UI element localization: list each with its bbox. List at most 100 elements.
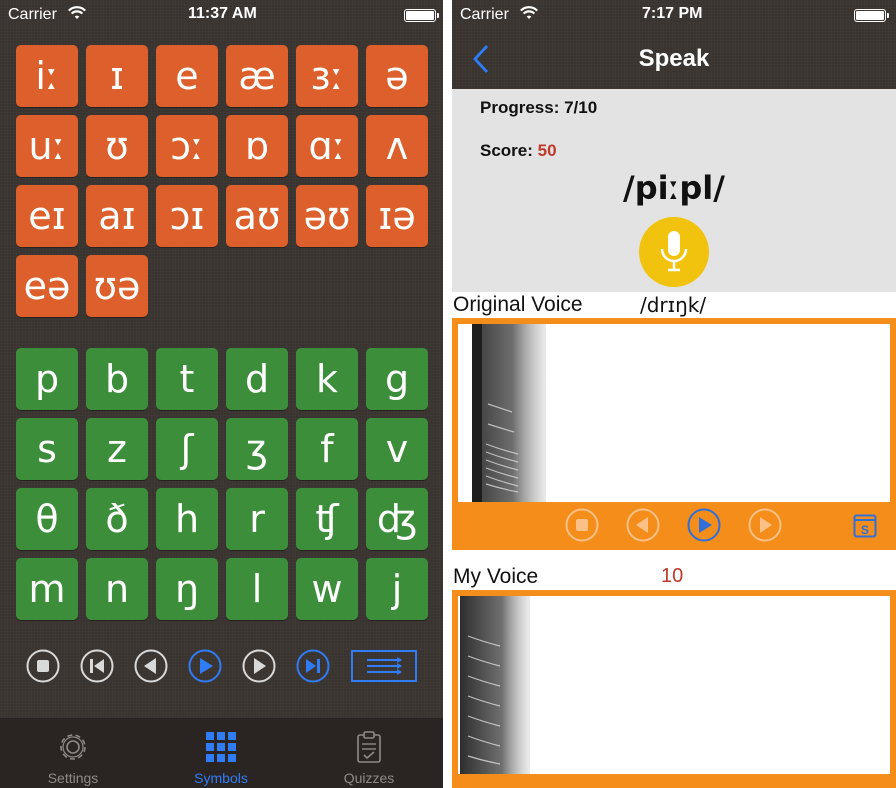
consonant-symbol-button[interactable]: ð (86, 488, 148, 550)
consonant-symbol-button[interactable]: h (156, 488, 218, 550)
save-icon: S (853, 514, 877, 538)
vowel-symbol-button[interactable]: aɪ (86, 185, 148, 247)
spectrogram-image (460, 596, 530, 774)
gear-icon (56, 730, 90, 764)
consonant-symbol-button[interactable]: f (296, 418, 358, 480)
consonant-symbol-button[interactable]: l (226, 558, 288, 620)
exercise-panel: Progress: 7/10 Score: 50 /piːpl/ (452, 89, 896, 292)
consonant-symbol-button[interactable]: ʧ (296, 488, 358, 550)
vowel-symbol-button[interactable]: ɪə (366, 185, 428, 247)
play-icon (188, 649, 222, 683)
record-button[interactable] (639, 217, 709, 287)
original-previous-button[interactable] (626, 508, 660, 542)
consonant-symbol-button[interactable]: ʤ (366, 488, 428, 550)
consonant-symbol-button[interactable]: b (86, 348, 148, 410)
my-voice-score: 10 (661, 565, 684, 587)
consonant-symbol-button[interactable]: j (366, 558, 428, 620)
vowel-symbol-button[interactable]: ɔɪ (156, 185, 218, 247)
my-voice-label: My Voice (453, 565, 539, 588)
consonant-symbol-button[interactable]: ʒ (226, 418, 288, 480)
original-voice-panel: S (452, 318, 896, 550)
microphone-icon (660, 231, 688, 272)
vowel-symbol-button[interactable]: uː (16, 115, 78, 177)
previous-icon (134, 649, 168, 683)
status-bar: Carrier 7:17 PM (452, 0, 896, 28)
svg-text:S: S (861, 523, 869, 537)
vowel-symbol-button[interactable]: e (156, 45, 218, 107)
vowel-symbol-button[interactable]: ɔː (156, 115, 218, 177)
original-spectrogram (458, 324, 890, 502)
original-stop-button[interactable] (565, 508, 599, 542)
vowel-symbol-button[interactable]: ɪ (86, 45, 148, 107)
vowel-symbol-button[interactable]: iː (16, 45, 78, 107)
previous-icon (626, 508, 660, 542)
vowel-symbol-button[interactable]: ɜː (296, 45, 358, 107)
my-spectrogram (458, 596, 890, 774)
consonant-symbol-button[interactable]: t (156, 348, 218, 410)
vowel-symbol-button[interactable]: eɪ (16, 185, 78, 247)
score-text: Score: 50 (480, 141, 557, 161)
wifi-icon (67, 6, 87, 26)
target-word: /piːpl/ (623, 169, 725, 207)
consonant-symbol-button[interactable]: m (16, 558, 78, 620)
previous-button[interactable] (134, 649, 168, 683)
consonant-symbol-button[interactable]: ŋ (156, 558, 218, 620)
consonant-symbol-button[interactable]: n (86, 558, 148, 620)
list-icon (367, 657, 402, 675)
consonant-symbol-button[interactable]: w (296, 558, 358, 620)
skip-forward-button[interactable] (296, 649, 330, 683)
consonant-symbol-button[interactable]: v (366, 418, 428, 480)
spectrogram-image (472, 324, 546, 502)
stop-icon (26, 649, 60, 683)
consonant-symbol-button[interactable]: θ (16, 488, 78, 550)
grid-icon (204, 730, 238, 764)
tab-label: Quizzes (343, 770, 395, 786)
list-button[interactable] (351, 650, 417, 682)
vowel-symbol-button[interactable]: əʊ (296, 185, 358, 247)
play-button[interactable] (188, 649, 222, 683)
carrier-label: Carrier (8, 6, 57, 23)
status-bar: Carrier 11:37 AM (0, 0, 443, 28)
skip-back-icon (80, 649, 114, 683)
next-icon (748, 508, 782, 542)
vowel-symbol-button[interactable]: ʌ (366, 115, 428, 177)
stop-button[interactable] (26, 649, 60, 683)
vowel-symbol-button[interactable]: ə (366, 45, 428, 107)
clock: 7:17 PM (642, 5, 703, 22)
tab-bar: Settings Symbols Quizzes (0, 718, 443, 788)
tab-settings[interactable]: Settings (18, 718, 128, 788)
vowel-symbol-button[interactable]: ʊ (86, 115, 148, 177)
tab-label: Symbols (194, 770, 248, 786)
vowel-symbol-button[interactable]: æ (226, 45, 288, 107)
consonant-symbol-button[interactable]: z (86, 418, 148, 480)
tab-symbols[interactable]: Symbols (166, 718, 276, 788)
skip-forward-icon (296, 649, 330, 683)
battery-icon (854, 9, 889, 22)
original-save-button[interactable]: S (853, 514, 877, 538)
vowel-symbol-button[interactable]: eə (16, 255, 78, 317)
speak-screen: Carrier 7:17 PM Speak Progress: 7/10 Sco… (452, 0, 896, 788)
battery-icon (404, 9, 439, 22)
vowel-symbol-button[interactable]: ʊə (86, 255, 148, 317)
vowel-symbol-button[interactable]: aʊ (226, 185, 288, 247)
my-voice-panel (452, 590, 896, 788)
next-button[interactable] (242, 649, 276, 683)
progress-text: Progress: 7/10 (480, 98, 598, 117)
original-next-button[interactable] (748, 508, 782, 542)
consonant-symbol-button[interactable]: s (16, 418, 78, 480)
tab-quizzes[interactable]: Quizzes (314, 718, 424, 788)
skip-back-button[interactable] (80, 649, 114, 683)
vowel-symbol-button[interactable]: ɒ (226, 115, 288, 177)
tab-label: Settings (47, 770, 99, 786)
original-play-button[interactable] (687, 508, 721, 542)
consonant-symbol-button[interactable]: g (366, 348, 428, 410)
original-transcription: /drɪŋk/ (640, 293, 707, 317)
original-voice-label: Original Voice (453, 293, 583, 316)
consonant-symbol-button[interactable]: ʃ (156, 418, 218, 480)
consonant-symbol-button[interactable]: k (296, 348, 358, 410)
consonant-symbol-button[interactable]: p (16, 348, 78, 410)
consonant-symbol-button[interactable]: r (226, 488, 288, 550)
consonant-symbol-button[interactable]: d (226, 348, 288, 410)
carrier-label: Carrier (460, 6, 509, 23)
vowel-symbol-button[interactable]: ɑː (296, 115, 358, 177)
